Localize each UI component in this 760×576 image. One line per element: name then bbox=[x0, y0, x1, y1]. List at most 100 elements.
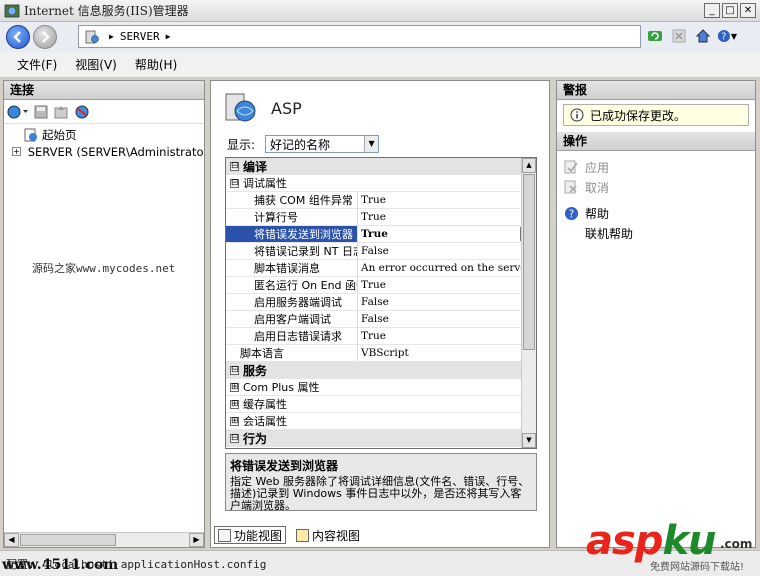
save-icon[interactable] bbox=[33, 104, 49, 120]
disconnect-icon[interactable] bbox=[73, 104, 91, 120]
scroll-thumb[interactable] bbox=[523, 174, 535, 350]
property-value[interactable]: True bbox=[360, 209, 522, 225]
grid-property-row[interactable]: 脚本语言 VBScript bbox=[226, 345, 536, 362]
property-grid-vscrollbar[interactable]: ▲ ▼ bbox=[521, 158, 536, 448]
property-name[interactable]: 脚本错误消息 bbox=[226, 260, 358, 276]
grid-property-row[interactable]: 将错误记录到 NT 日志 False bbox=[226, 243, 536, 260]
grid-property-row[interactable]: 将错误发送到浏览器True▼ bbox=[226, 226, 536, 243]
tab-content-view[interactable]: 内容视图 bbox=[292, 526, 364, 544]
expand-icon[interactable]: ⊞ bbox=[230, 416, 239, 426]
grid-property-row[interactable]: 启用客户端调试 False bbox=[226, 311, 536, 328]
action-help[interactable]: ? 帮助 bbox=[563, 203, 755, 223]
close-button[interactable]: ✕ bbox=[740, 3, 756, 18]
menu-file[interactable]: 文件(F) bbox=[17, 56, 57, 73]
connections-tree: 起始页 + SERVER (SERVER\Administrator) bbox=[4, 124, 204, 160]
property-name-text: 启用客户端调试 bbox=[254, 313, 331, 326]
grid-category-row[interactable]: ⊟ 服务 bbox=[226, 362, 536, 379]
action-label: 取消 bbox=[585, 180, 610, 195]
scroll-down-arrow[interactable]: ▼ bbox=[522, 433, 536, 448]
property-value[interactable]: True bbox=[360, 226, 522, 242]
action-label: 应用 bbox=[585, 160, 610, 175]
back-button[interactable] bbox=[6, 25, 30, 49]
property-name[interactable]: 匿名运行 On End 函数 bbox=[226, 277, 358, 293]
collapse-icon[interactable]: ⊟ bbox=[230, 433, 239, 443]
collapse-icon[interactable]: ⊟ bbox=[230, 178, 239, 188]
refresh-button[interactable] bbox=[645, 26, 665, 46]
connect-globe-icon[interactable] bbox=[7, 104, 29, 120]
grid-group-row[interactable]: ⊟ 调试属性 bbox=[226, 175, 536, 192]
breadcrumb-separator-end[interactable]: ▶ bbox=[166, 32, 171, 41]
home-icon bbox=[695, 29, 711, 43]
property-value[interactable]: False bbox=[360, 243, 522, 259]
up-level-icon[interactable] bbox=[53, 104, 69, 120]
refresh-icon bbox=[648, 31, 662, 41]
chevron-down-icon[interactable]: ▼ bbox=[364, 136, 379, 152]
features-view-icon bbox=[218, 528, 231, 542]
scroll-thumb[interactable] bbox=[20, 534, 116, 546]
expand-icon[interactable]: ⊞ bbox=[230, 399, 239, 409]
grid-group-row[interactable]: ⊞ 缓存属性 bbox=[226, 396, 536, 413]
display-option-row: 显示: 好记的名称 ▼ bbox=[227, 135, 380, 153]
action-apply[interactable]: 应用 bbox=[563, 157, 755, 177]
grid-category-row[interactable]: ⊟ 编译 bbox=[226, 158, 536, 175]
breadcrumb-server[interactable]: SERVER bbox=[120, 30, 160, 43]
collapse-icon[interactable]: ⊟ bbox=[230, 161, 239, 171]
property-value[interactable]: True bbox=[360, 192, 522, 208]
grid-category-row[interactable]: ⊟ 行为 bbox=[226, 430, 536, 447]
help-dropdown-button[interactable]: ? ▼ bbox=[717, 26, 737, 46]
alert-message: 已成功保存更改。 bbox=[563, 104, 749, 126]
stop-button[interactable] bbox=[669, 26, 689, 46]
property-value[interactable]: True bbox=[360, 328, 522, 344]
watermark-text: 源码之家www.mycodes.net bbox=[32, 262, 176, 275]
connections-hscrollbar[interactable]: ◀ ▶ bbox=[4, 532, 204, 547]
property-name[interactable]: 将错误发送到浏览器 bbox=[226, 226, 358, 242]
grid-property-row[interactable]: 启用服务器端调试 False bbox=[226, 294, 536, 311]
property-value[interactable]: False bbox=[360, 311, 522, 327]
scroll-right-arrow[interactable]: ▶ bbox=[189, 533, 204, 547]
iis-app-icon bbox=[4, 4, 20, 17]
grid-property-row[interactable]: 启用日志错误请求 True bbox=[226, 328, 536, 345]
action-list: 应用 取消 ? 帮助 联机帮助 bbox=[557, 151, 755, 243]
property-name[interactable]: 捕获 COM 组件异常 bbox=[226, 192, 358, 208]
property-name[interactable]: 脚本语言 bbox=[226, 345, 358, 361]
scroll-left-arrow[interactable]: ◀ bbox=[4, 533, 19, 547]
property-name[interactable]: 将错误记录到 NT 日志 bbox=[226, 243, 358, 259]
minimize-button[interactable]: _ bbox=[704, 3, 720, 18]
grid-property-row[interactable]: 捕获 COM 组件异常 True bbox=[226, 192, 536, 209]
tree-expander[interactable]: + bbox=[12, 147, 21, 156]
window-controls: _ □ ✕ bbox=[704, 3, 756, 18]
grid-property-row[interactable]: 计算行号 True bbox=[226, 209, 536, 226]
property-value[interactable]: True bbox=[360, 277, 522, 293]
forward-button[interactable] bbox=[33, 25, 57, 49]
property-name-text: 启用日志错误请求 bbox=[254, 330, 342, 343]
description-text: 指定 Web 服务器除了将调试详细信息(文件名、错误、行号、描述)记录到 Win… bbox=[230, 475, 530, 512]
maximize-button[interactable]: □ bbox=[722, 3, 738, 18]
property-name[interactable]: 启用日志错误请求 bbox=[226, 328, 358, 344]
display-label: 显示: bbox=[227, 137, 256, 152]
property-name[interactable]: 启用服务器端调试 bbox=[226, 294, 358, 310]
address-box[interactable]: ▶ SERVER ▶ bbox=[78, 25, 641, 48]
grid-group-row[interactable]: ⊞ 会话属性 bbox=[226, 413, 536, 430]
collapse-icon[interactable]: ⊟ bbox=[230, 365, 239, 375]
tab-features-view[interactable]: 功能视图 bbox=[214, 526, 287, 544]
home-button[interactable] bbox=[693, 26, 713, 46]
expand-icon[interactable]: ⊞ bbox=[230, 382, 239, 392]
grid-group-row[interactable]: ⊞ Com Plus 属性 bbox=[226, 379, 536, 396]
tree-item-start-page[interactable]: 起始页 bbox=[4, 126, 204, 143]
property-value[interactable]: VBScript bbox=[360, 345, 522, 361]
action-cancel[interactable]: 取消 bbox=[563, 177, 755, 197]
info-icon bbox=[570, 108, 584, 122]
grid-property-row[interactable]: 匿名运行 On End 函数 True bbox=[226, 277, 536, 294]
grid-property-row[interactable]: 脚本错误消息 An error occurred on the server bbox=[226, 260, 536, 277]
scroll-up-arrow[interactable]: ▲ bbox=[522, 158, 536, 173]
tree-item-server[interactable]: + SERVER (SERVER\Administrator) bbox=[4, 143, 204, 160]
property-name[interactable]: 启用客户端调试 bbox=[226, 311, 358, 327]
property-value[interactable]: An error occurred on the server bbox=[360, 260, 522, 276]
property-value[interactable]: False bbox=[360, 294, 522, 310]
action-online-help[interactable]: 联机帮助 bbox=[563, 223, 755, 243]
menu-help[interactable]: 帮助(H) bbox=[135, 56, 177, 73]
menu-view[interactable]: 视图(V) bbox=[75, 56, 117, 73]
property-name[interactable]: 计算行号 bbox=[226, 209, 358, 225]
address-right-tools: ? ▼ bbox=[645, 26, 737, 46]
display-select[interactable]: 好记的名称 ▼ bbox=[265, 135, 380, 153]
